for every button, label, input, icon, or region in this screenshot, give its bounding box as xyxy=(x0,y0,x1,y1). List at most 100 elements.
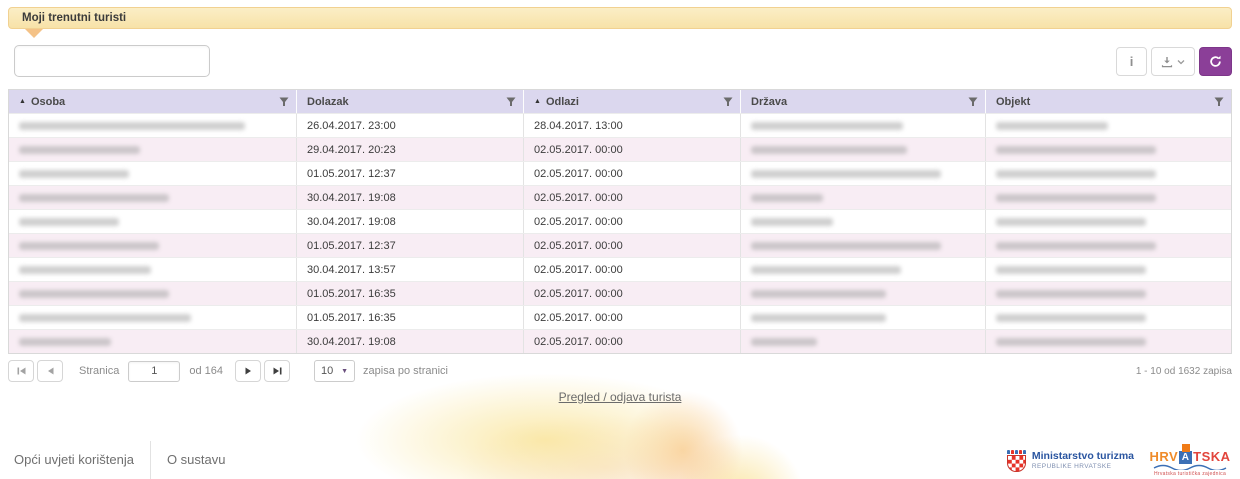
table-row[interactable]: 26.04.2017. 23:0028.04.2017. 13:00 xyxy=(9,113,1231,137)
table-row[interactable]: 30.04.2017. 19:0802.05.2017. 00:00 xyxy=(9,329,1231,353)
filter-icon[interactable] xyxy=(279,97,289,107)
redacted-text xyxy=(996,170,1156,178)
redacted-text xyxy=(19,290,169,298)
cell-osoba-redacted[interactable] xyxy=(9,330,297,353)
table-row[interactable]: 01.05.2017. 16:3502.05.2017. 00:00 xyxy=(9,281,1231,305)
info-button[interactable]: i xyxy=(1116,47,1147,76)
redacted-text xyxy=(19,170,129,178)
records-summary: 1 - 10 od 1632 zapisa xyxy=(1136,366,1232,377)
cell-dolazak: 30.04.2017. 19:08 xyxy=(297,210,524,233)
redacted-text xyxy=(996,314,1146,322)
cell-drzava-redacted xyxy=(741,138,986,161)
first-page-button[interactable] xyxy=(8,360,34,382)
column-label: Osoba xyxy=(31,96,65,108)
cell-drzava-redacted xyxy=(741,210,986,233)
table-row[interactable]: 29.04.2017. 20:2302.05.2017. 00:00 xyxy=(9,137,1231,161)
filter-icon[interactable] xyxy=(968,97,978,107)
cell-odlazi: 28.04.2017. 13:00 xyxy=(524,114,741,137)
cell-drzava-redacted xyxy=(741,114,986,137)
table-row[interactable]: 01.05.2017. 16:3502.05.2017. 00:00 xyxy=(9,305,1231,329)
table-row[interactable]: 30.04.2017. 19:0802.05.2017. 00:00 xyxy=(9,209,1231,233)
cell-osoba-redacted[interactable] xyxy=(9,282,297,305)
cell-objekt-redacted[interactable] xyxy=(986,282,1231,305)
cell-odlazi: 02.05.2017. 00:00 xyxy=(524,162,741,185)
cell-osoba-redacted[interactable] xyxy=(9,138,297,161)
column-header-osoba[interactable]: ▲ Osoba xyxy=(9,90,297,113)
redacted-text xyxy=(996,194,1156,202)
review-checkout-tourists-link[interactable]: Pregled / odjava turista xyxy=(559,390,682,404)
page-size-label: zapisa po stranici xyxy=(363,365,448,377)
redacted-text xyxy=(996,290,1146,298)
cell-dolazak: 30.04.2017. 13:57 xyxy=(297,258,524,281)
cell-dolazak: 30.04.2017. 19:08 xyxy=(297,330,524,353)
filter-icon[interactable] xyxy=(506,97,516,107)
search-input[interactable] xyxy=(14,45,210,77)
redacted-text xyxy=(751,314,886,322)
hts-letter-a-box: A xyxy=(1179,451,1192,464)
table-row[interactable]: 01.05.2017. 12:3702.05.2017. 00:00 xyxy=(9,233,1231,257)
filter-icon[interactable] xyxy=(723,97,733,107)
page-size-select[interactable]: 10 ▼ xyxy=(314,360,355,382)
table-row[interactable]: 01.05.2017. 12:3702.05.2017. 00:00 xyxy=(9,161,1231,185)
page-label: Stranica xyxy=(79,365,119,377)
cell-osoba-redacted[interactable] xyxy=(9,210,297,233)
cell-dolazak: 30.04.2017. 19:08 xyxy=(297,186,524,209)
page-number-input[interactable] xyxy=(128,361,180,382)
cell-objekt-redacted[interactable] xyxy=(986,330,1231,353)
redacted-text xyxy=(996,122,1108,130)
filter-icon[interactable] xyxy=(1214,97,1224,107)
column-label: Država xyxy=(751,96,787,108)
cell-objekt-redacted[interactable] xyxy=(986,210,1231,233)
export-button[interactable] xyxy=(1151,47,1195,76)
cell-osoba-redacted[interactable] xyxy=(9,234,297,257)
column-header-dolazak[interactable]: Dolazak xyxy=(297,90,524,113)
cell-drzava-redacted xyxy=(741,282,986,305)
cell-osoba-redacted[interactable] xyxy=(9,306,297,329)
hts-letters-right: TSKA xyxy=(1193,449,1230,464)
tab-moji-trenutni-turisti[interactable]: Moji trenutni turisti xyxy=(8,7,1232,29)
cell-objekt-redacted[interactable] xyxy=(986,186,1231,209)
terms-of-use-link[interactable]: Opći uvjeti korištenja xyxy=(14,452,134,467)
info-icon: i xyxy=(1130,54,1134,69)
redacted-text xyxy=(19,314,191,322)
redacted-text xyxy=(996,266,1146,274)
redacted-text xyxy=(19,218,119,226)
cell-osoba-redacted[interactable] xyxy=(9,258,297,281)
column-header-objekt[interactable]: Objekt xyxy=(986,90,1231,113)
cell-objekt-redacted[interactable] xyxy=(986,114,1231,137)
column-header-odlazi[interactable]: ▲ Odlazi xyxy=(524,90,741,113)
table-row[interactable]: 30.04.2017. 13:5702.05.2017. 00:00 xyxy=(9,257,1231,281)
column-label: Dolazak xyxy=(307,96,349,108)
column-header-drzava[interactable]: Država xyxy=(741,90,986,113)
about-system-link[interactable]: O sustavu xyxy=(167,452,226,467)
hts-subtitle: Hrvatska turistička zajednica xyxy=(1154,471,1226,477)
cell-odlazi: 02.05.2017. 00:00 xyxy=(524,234,741,257)
cell-odlazi: 02.05.2017. 00:00 xyxy=(524,138,741,161)
cell-objekt-redacted[interactable] xyxy=(986,306,1231,329)
column-label: Objekt xyxy=(996,96,1030,108)
cell-odlazi: 02.05.2017. 00:00 xyxy=(524,306,741,329)
cell-osoba-redacted[interactable] xyxy=(9,114,297,137)
cell-objekt-redacted[interactable] xyxy=(986,234,1231,257)
redacted-text xyxy=(996,146,1156,154)
redacted-text xyxy=(751,266,901,274)
cell-objekt-redacted[interactable] xyxy=(986,162,1231,185)
cell-drzava-redacted xyxy=(741,330,986,353)
refresh-icon xyxy=(1209,55,1222,68)
last-page-button[interactable] xyxy=(264,360,290,382)
cell-osoba-redacted[interactable] xyxy=(9,162,297,185)
refresh-button[interactable] xyxy=(1199,47,1232,76)
cell-osoba-redacted[interactable] xyxy=(9,186,297,209)
cell-objekt-redacted[interactable] xyxy=(986,258,1231,281)
cell-objekt-redacted[interactable] xyxy=(986,138,1231,161)
prev-page-button[interactable] xyxy=(37,360,63,382)
redacted-text xyxy=(751,170,941,178)
table-row[interactable]: 30.04.2017. 19:0802.05.2017. 00:00 xyxy=(9,185,1231,209)
page-title: Moji trenutni turisti xyxy=(22,12,126,24)
toolbar: i xyxy=(1116,47,1232,76)
cell-drzava-redacted xyxy=(741,306,986,329)
redacted-text xyxy=(19,146,140,154)
croatian-coat-of-arms-icon xyxy=(1007,450,1026,472)
next-page-button[interactable] xyxy=(235,360,261,382)
redacted-text xyxy=(751,242,941,250)
